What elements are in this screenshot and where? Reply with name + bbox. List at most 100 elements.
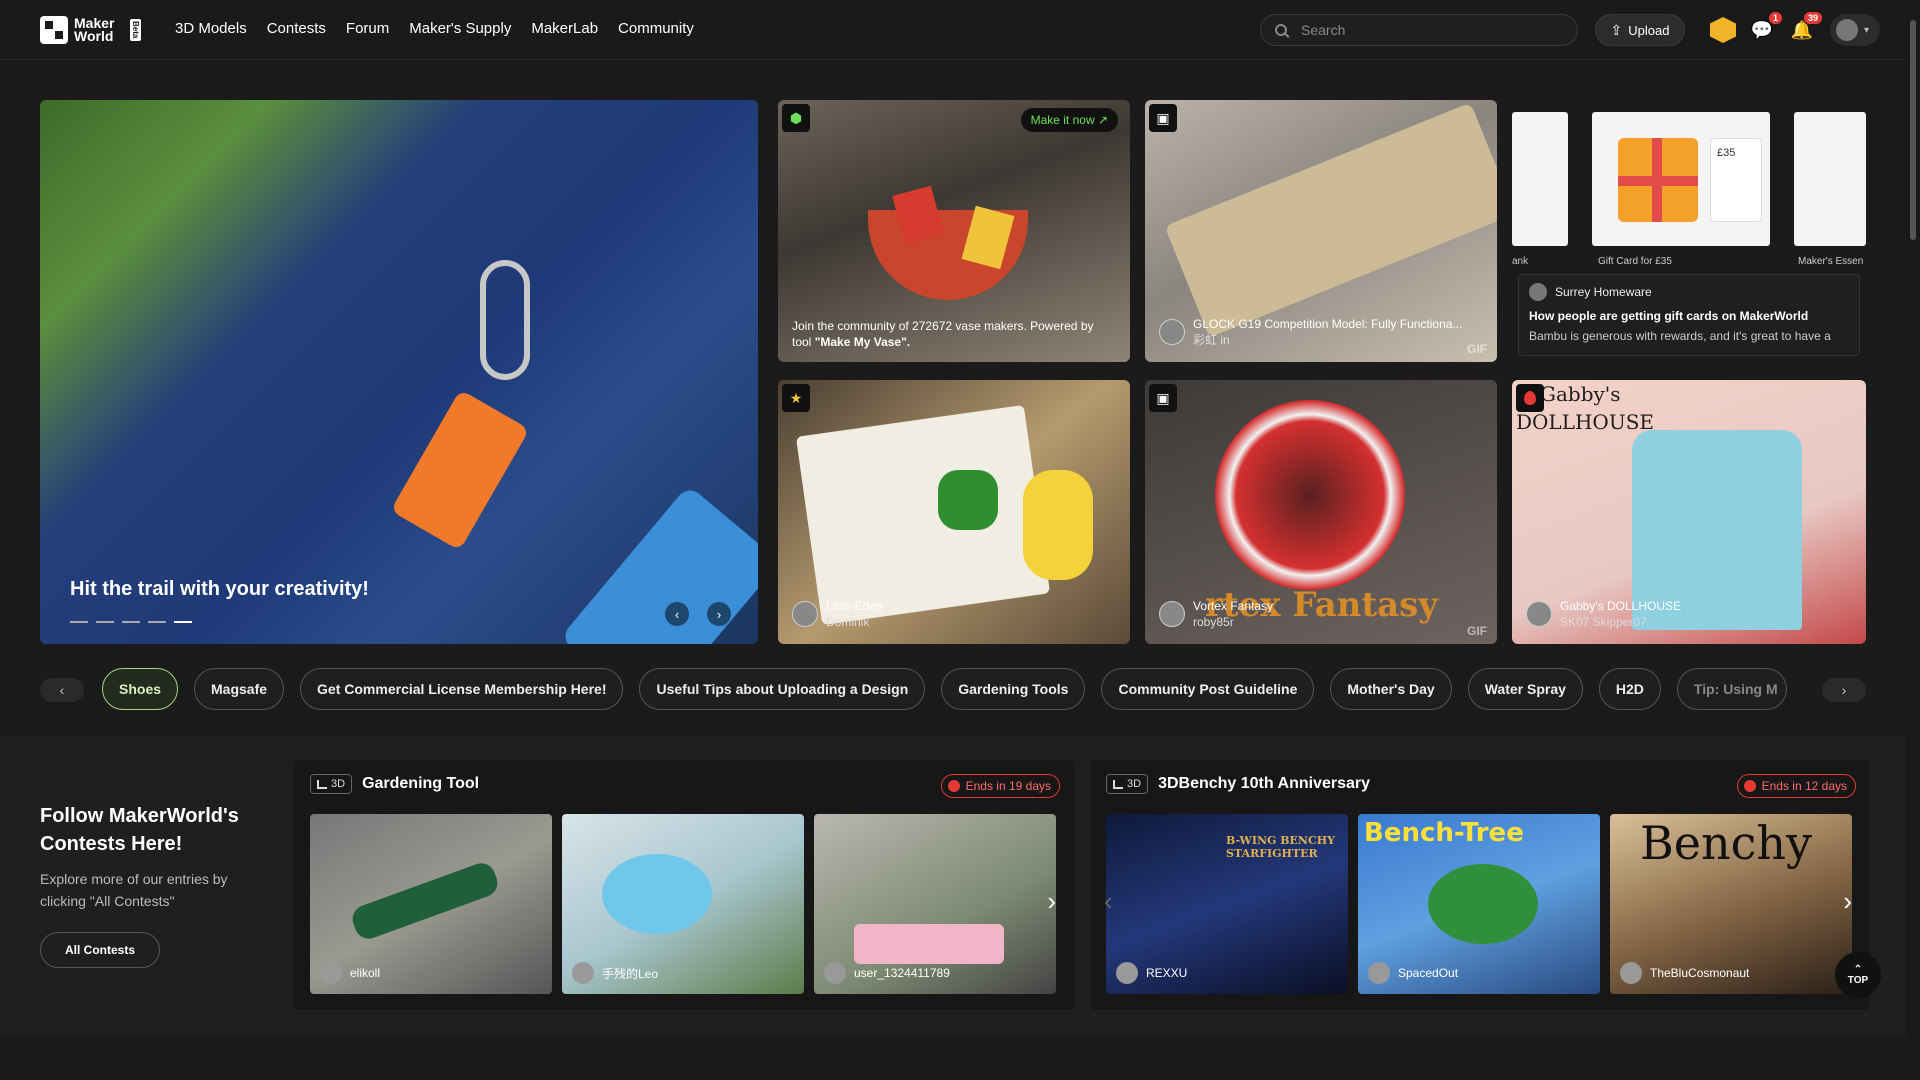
model-tile-vortex-fantasy[interactable]: rtex Fantasy ▣ Vortex Fantasy roby85r GI… bbox=[1145, 380, 1497, 644]
contest-entry[interactable]: B-WING BENCHY STARFIGHTER REXXU bbox=[1106, 814, 1348, 994]
product-thumb[interactable] bbox=[1512, 112, 1568, 246]
product-caption: Maker's Essen bbox=[1798, 256, 1864, 267]
hero-banner[interactable]: Hit the trail with your creativity! ‹ › bbox=[40, 100, 758, 644]
contest-card-gardening[interactable]: 3D Gardening Tool Ends in 19 days elikol… bbox=[294, 760, 1074, 1010]
hero-next-button[interactable]: › bbox=[707, 602, 731, 626]
model-author: 彩虹 in bbox=[1193, 333, 1230, 347]
model-tile-glock[interactable]: ▣ GLOCK G19 Competition Model: Fully Fun… bbox=[1145, 100, 1497, 362]
vortex-ball-shape bbox=[1215, 400, 1405, 590]
back-to-top-button[interactable]: ⌃ TOP bbox=[1835, 952, 1881, 998]
dollhouse-overlay-line: DOLLHOUSE bbox=[1516, 410, 1654, 434]
chip-uploading-tips[interactable]: Useful Tips about Uploading a Design bbox=[639, 668, 926, 710]
contest-header: 3D 3DBenchy 10th Anniversary bbox=[1106, 774, 1370, 794]
carousel-dot-active[interactable] bbox=[174, 621, 192, 623]
avatar[interactable] bbox=[1526, 601, 1552, 627]
entry-image-title: Bench-Tree bbox=[1364, 818, 1524, 848]
messages-button[interactable]: 💬 1 bbox=[1750, 12, 1782, 42]
search-input[interactable] bbox=[1301, 22, 1561, 38]
hero-prev-button[interactable]: ‹ bbox=[665, 602, 689, 626]
notifications-button[interactable]: 🔔 39 bbox=[1790, 12, 1822, 42]
contest-entry[interactable]: Benchy TheBluCosmonaut bbox=[1610, 814, 1852, 994]
chip-commercial-license[interactable]: Get Commercial License Membership Here! bbox=[300, 668, 624, 710]
menu-forum[interactable]: Forum bbox=[346, 20, 389, 37]
eden-dino-shape bbox=[938, 470, 998, 530]
gift-card-tile[interactable]: £35 ank Gift Card for £35 Maker's Essen … bbox=[1512, 100, 1866, 362]
contest-entry[interactable]: Bench-Tree SpacedOut bbox=[1358, 814, 1600, 994]
cube-icon: ⬢ bbox=[782, 104, 810, 132]
chips-next-button[interactable]: › bbox=[1822, 678, 1866, 702]
chip-magsafe[interactable]: Magsafe bbox=[194, 668, 285, 710]
tile-meta: Vortex Fantasy roby85r bbox=[1159, 598, 1273, 630]
product-thumb[interactable] bbox=[1794, 112, 1866, 246]
upload-icon: ⇪ bbox=[1610, 21, 1623, 38]
search-box[interactable] bbox=[1260, 14, 1578, 46]
contest-entry[interactable]: elikoll bbox=[310, 814, 552, 994]
chip-mothers-day[interactable]: Mother's Day bbox=[1330, 668, 1452, 710]
gift-card-thumb[interactable]: £35 bbox=[1592, 112, 1770, 246]
forum-post-popup[interactable]: Surrey Homeware How people are getting g… bbox=[1518, 274, 1860, 356]
chip-shoes[interactable]: Shoes bbox=[102, 668, 179, 710]
avatar[interactable] bbox=[792, 601, 818, 627]
chip-h2d[interactable]: H2D bbox=[1598, 668, 1661, 710]
contest-deadline-badge: Ends in 19 days bbox=[940, 774, 1060, 798]
chip-community-guideline[interactable]: Community Post Guideline bbox=[1101, 668, 1315, 710]
carousel-dots bbox=[70, 621, 192, 623]
gift-card-price: £35 bbox=[1710, 138, 1762, 222]
gif-badge: GIF bbox=[1467, 624, 1487, 638]
menu-makerlab[interactable]: MakerLab bbox=[531, 20, 598, 37]
entry-user: user_1324411789 bbox=[824, 962, 950, 984]
chevron-right-icon[interactable]: › bbox=[1843, 886, 1852, 917]
model-author: SK07 Skipper07 bbox=[1560, 615, 1647, 629]
contest-type-label: 3D bbox=[1127, 778, 1142, 790]
page-scrollbar[interactable] bbox=[1906, 0, 1920, 1080]
popup-username: Surrey Homeware bbox=[1555, 285, 1652, 299]
chips-prev-button[interactable]: ‹ bbox=[40, 678, 84, 702]
entry-user: SpacedOut bbox=[1368, 962, 1458, 984]
tile-meta: Gabby's DOLLHOUSE SK07 Skipper07 bbox=[1526, 598, 1681, 630]
contest-entry[interactable]: user_1324411789 bbox=[814, 814, 1056, 994]
chip-tip-using[interactable]: Tip: Using M bbox=[1676, 668, 1787, 710]
chip-water-spray[interactable]: Water Spray bbox=[1467, 668, 1583, 710]
deadline-text: Ends in 19 days bbox=[965, 779, 1051, 793]
menu-3d-models[interactable]: 3D Models bbox=[175, 20, 247, 37]
chevron-right-icon[interactable]: › bbox=[1047, 886, 1056, 917]
menu-community[interactable]: Community bbox=[618, 20, 694, 37]
carousel-dot[interactable] bbox=[70, 621, 88, 623]
carousel-dot[interactable] bbox=[148, 621, 166, 623]
model-tile-dollhouse[interactable]: Gabby's DOLLHOUSE Gabby's DOLLHOUSE SK07… bbox=[1512, 380, 1866, 644]
hero-orange-object bbox=[390, 389, 530, 551]
avatar[interactable] bbox=[1159, 319, 1185, 345]
chip-gardening-tools[interactable]: Gardening Tools bbox=[941, 668, 1086, 710]
scrollbar-thumb[interactable] bbox=[1910, 20, 1916, 240]
makerworld-logo[interactable]: Maker World Beta bbox=[40, 16, 141, 44]
avatar[interactable] bbox=[1159, 601, 1185, 627]
drop-icon bbox=[1516, 384, 1544, 412]
contest-type-label: 3D bbox=[331, 778, 346, 790]
chevron-left-icon[interactable]: ‹ bbox=[1104, 886, 1113, 917]
arrow-up-icon: ⌃ bbox=[1853, 964, 1863, 975]
carousel-dot[interactable] bbox=[122, 621, 140, 623]
model-title: Gabby's DOLLHOUSE bbox=[1560, 599, 1682, 613]
printer-icon: ▣ bbox=[1149, 104, 1177, 132]
entry-image-title: Benchy bbox=[1640, 816, 1813, 870]
contest-entry[interactable]: 手残的Leo bbox=[562, 814, 804, 994]
make-it-now-button[interactable]: Make it now ↗ bbox=[1020, 108, 1118, 132]
points-hexagon-icon[interactable] bbox=[1710, 17, 1736, 43]
all-contests-button[interactable]: All Contests bbox=[40, 932, 160, 968]
logo-icon bbox=[40, 16, 68, 44]
carousel-dot[interactable] bbox=[96, 621, 114, 623]
upload-button[interactable]: ⇪ Upload bbox=[1595, 14, 1685, 46]
entry-username: TheBluCosmonaut bbox=[1650, 966, 1750, 980]
vase-maker-tile[interactable]: ⬢ Make it now ↗ Join the community of 27… bbox=[778, 100, 1130, 362]
contest-card-3dbenchy[interactable]: 3D 3DBenchy 10th Anniversary Ends in 12 … bbox=[1090, 760, 1870, 1010]
chip-row: Shoes Magsafe Get Commercial License Mem… bbox=[102, 668, 1787, 710]
contest-title: Gardening Tool bbox=[362, 775, 480, 792]
menu-makers-supply[interactable]: Maker's Supply bbox=[409, 20, 511, 37]
drop-shape bbox=[1524, 391, 1536, 405]
user-menu[interactable]: ▾ bbox=[1830, 14, 1880, 46]
menu-contests[interactable]: Contests bbox=[267, 20, 326, 37]
avatar bbox=[1620, 962, 1642, 984]
model-tile-little-eden[interactable]: ★ Little Eden Dominik bbox=[778, 380, 1130, 644]
planter-shape bbox=[854, 924, 1004, 964]
product-caption: ank bbox=[1512, 256, 1529, 267]
